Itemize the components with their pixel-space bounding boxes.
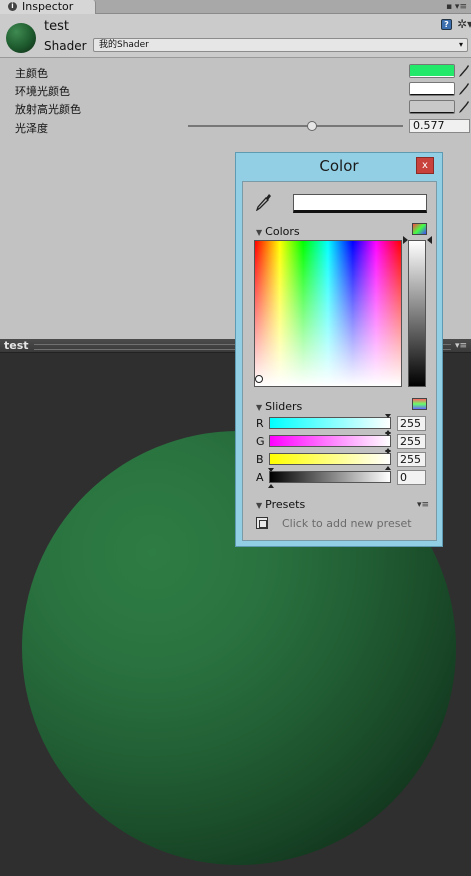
shader-dropdown[interactable]: 我的Shader ▾ <box>93 38 468 52</box>
hsv-color-cursor[interactable] <box>255 375 263 383</box>
foldout-triangle-icon: ▼ <box>256 501 263 510</box>
slider-row-b: B 255 <box>256 450 431 470</box>
main-color-swatch[interactable] <box>409 64 455 78</box>
add-preset-hint[interactable]: Click to add new preset <box>282 517 412 530</box>
eyedropper-icon[interactable] <box>256 193 272 211</box>
color-window-body: ▼ Colors ▼ Sliders R 255 G 255 B 255 A 0… <box>242 181 437 541</box>
slider-row-r: R 255 <box>256 414 431 434</box>
property-specular-color-label: 放射高光颜色 <box>15 103 81 116</box>
specular-color-swatch[interactable] <box>409 100 455 114</box>
g-slider-track[interactable] <box>269 432 391 452</box>
material-thumbnail <box>6 23 36 53</box>
foldout-triangle-icon: ▼ <box>256 403 263 412</box>
slider-letter: R <box>256 417 264 430</box>
b-slider-track[interactable] <box>269 450 391 470</box>
b-value-field[interactable]: 255 <box>397 452 426 467</box>
gear-icon[interactable]: ✲▾ <box>457 17 471 31</box>
property-main-color-label: 主颜色 <box>15 67 48 80</box>
hsv-color-field[interactable] <box>254 240 402 387</box>
value-marker-right-icon <box>427 236 432 244</box>
material-name: test <box>44 19 69 34</box>
gloss-slider-thumb[interactable] <box>307 121 318 131</box>
g-value-field[interactable]: 255 <box>397 434 426 449</box>
a-value-field[interactable]: 0 <box>397 470 426 485</box>
r-slider-track[interactable] <box>269 414 391 434</box>
gloss-value-field[interactable]: 0.577 <box>409 119 470 133</box>
a-slider-track[interactable] <box>268 468 391 488</box>
material-header: test Shader 我的Shader ▾ ? ✲▾ <box>0 14 471 58</box>
sliders-section-label: Sliders <box>265 400 303 413</box>
presets-menu-icon[interactable]: ▾≡ <box>417 500 429 510</box>
slider-row-g: G 255 <box>256 432 431 452</box>
tab-menu-icon[interactable]: ▪ ▾≡ <box>446 0 467 14</box>
eyedropper-icon[interactable] <box>458 100 470 114</box>
colors-section-label: Colors <box>265 225 300 238</box>
inspector-tab-label: Inspector <box>22 0 74 13</box>
color-window-title: Color <box>319 157 359 175</box>
slider-mode-icon[interactable] <box>412 398 427 410</box>
slider-row-a: A 0 <box>256 468 431 488</box>
shader-label: Shader <box>44 39 87 53</box>
inspector-tab[interactable]: i Inspector <box>0 0 96 14</box>
foldout-triangle-icon: ▼ <box>256 228 263 237</box>
chevron-down-icon: ▾ <box>458 40 463 49</box>
property-gloss-label: 光泽度 <box>15 122 48 135</box>
value-slider[interactable] <box>408 240 426 387</box>
color-window: Color x ▼ Colors ▼ Sliders R 255 G 255 B… <box>235 152 443 547</box>
colors-section[interactable]: ▼ Colors <box>256 225 300 238</box>
shader-dropdown-value: 我的Shader <box>99 40 149 50</box>
info-icon: i <box>8 2 17 11</box>
sliders-section[interactable]: ▼ Sliders <box>256 400 302 413</box>
help-icon[interactable]: ? <box>441 19 452 30</box>
specular-color-fill <box>410 101 454 112</box>
close-button[interactable]: x <box>416 157 434 174</box>
ambient-color-fill <box>410 83 454 94</box>
ambient-color-swatch[interactable] <box>409 82 455 96</box>
slider-letter: G <box>256 435 265 448</box>
current-color-swatch <box>293 194 427 213</box>
color-mode-icon[interactable] <box>412 223 427 235</box>
gloss-slider[interactable] <box>188 125 403 127</box>
r-value-field[interactable]: 255 <box>397 416 426 431</box>
slider-letter: B <box>256 453 264 466</box>
preview-menu-icon[interactable]: ▾≡ <box>455 339 467 353</box>
eyedropper-icon[interactable] <box>458 82 470 96</box>
add-preset-icon[interactable] <box>256 517 268 529</box>
property-ambient-color-label: 环境光颜色 <box>15 85 70 98</box>
eyedropper-icon[interactable] <box>458 64 470 78</box>
preview-title: test <box>4 339 29 352</box>
presets-section[interactable]: ▼ Presets <box>256 498 305 511</box>
slider-letter: A <box>256 471 264 484</box>
main-color-fill <box>410 65 454 76</box>
inspector-tab-bar: i Inspector ▪ ▾≡ <box>0 0 471 14</box>
presets-section-label: Presets <box>265 498 306 511</box>
